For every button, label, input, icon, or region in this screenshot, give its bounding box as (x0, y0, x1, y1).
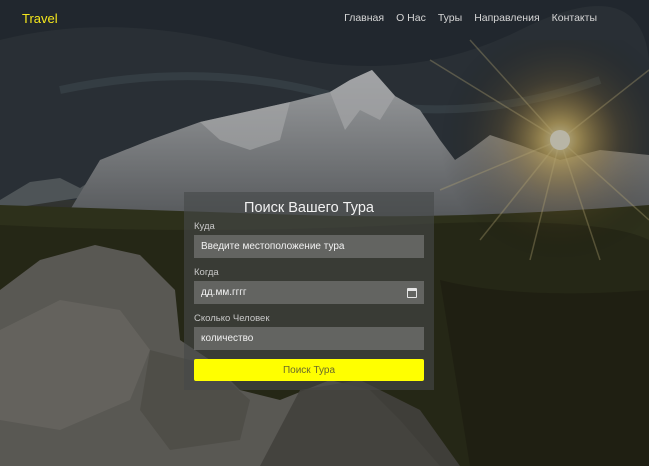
where-input[interactable]: Введите местоположение тура (194, 235, 424, 258)
nav-link-destinations[interactable]: Направления (474, 12, 539, 24)
people-placeholder: количество (201, 333, 254, 344)
nav-links: Главная О Нас Туры Направления Контакты (344, 12, 597, 24)
brand-logo[interactable]: Travel (22, 11, 58, 26)
date-input[interactable]: дд.мм.гггг (194, 281, 424, 304)
where-placeholder: Введите местоположение тура (201, 241, 345, 252)
tour-search-form: Поиск Вашего Тура Куда Введите местополо… (184, 192, 434, 390)
nav-link-home[interactable]: Главная (344, 12, 384, 24)
nav-link-about[interactable]: О Нас (396, 12, 426, 24)
where-label: Куда (194, 221, 215, 232)
search-tour-button[interactable]: Поиск Тура (194, 359, 424, 381)
people-count-input[interactable]: количество (194, 327, 424, 350)
when-label: Когда (194, 267, 219, 278)
people-label: Сколько Человек (194, 313, 270, 324)
navbar: Travel Главная О Нас Туры Направления Ко… (0, 0, 649, 36)
nav-link-tours[interactable]: Туры (438, 12, 462, 24)
calendar-icon[interactable] (407, 287, 417, 298)
form-title: Поиск Вашего Тура (244, 200, 374, 216)
nav-link-contacts[interactable]: Контакты (552, 12, 597, 24)
date-placeholder: дд.мм.гггг (201, 287, 247, 298)
